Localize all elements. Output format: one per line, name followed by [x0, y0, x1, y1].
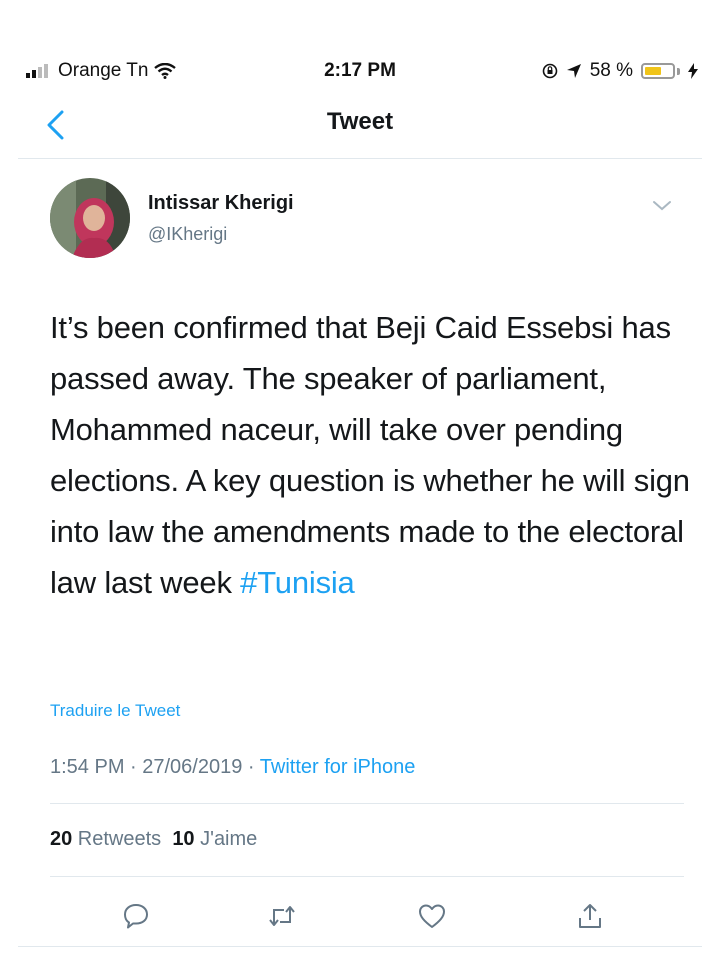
share-icon: [579, 904, 601, 928]
nav-divider: [18, 158, 702, 159]
author-name[interactable]: Intissar Kherigi: [148, 192, 294, 215]
tweet-meta: 1:54 PM · 27/06/2019 · Twitter for iPhon…: [50, 756, 415, 779]
retweet-count[interactable]: 20: [50, 828, 72, 850]
meta-divider: [50, 803, 684, 804]
reply-button[interactable]: [116, 896, 156, 936]
heart-icon: [419, 904, 445, 928]
rotation-lock-icon: [542, 63, 557, 79]
retweet-button[interactable]: [262, 896, 302, 936]
battery-icon: [641, 63, 675, 79]
retweet-icon: [269, 906, 295, 926]
charging-bolt-icon: [688, 63, 698, 79]
like-label[interactable]: J'aime: [195, 828, 257, 850]
tweet-body: It’s been confirmed that Beji Caid Esseb…: [50, 310, 690, 600]
engagement-counts: 20 Retweets 10 J'aime: [50, 828, 257, 851]
translate-link[interactable]: Traduire le Tweet: [50, 701, 180, 721]
author-handle[interactable]: @IKherigi: [148, 224, 227, 245]
battery-percent: 58 %: [589, 60, 633, 81]
avatar[interactable]: [50, 178, 130, 258]
share-button[interactable]: [570, 896, 610, 936]
battery-tip: [677, 67, 680, 75]
like-button[interactable]: [412, 896, 452, 936]
hashtag-link[interactable]: #Tunisia: [240, 565, 355, 600]
chevron-down-icon[interactable]: [650, 198, 674, 214]
battery-level-fill: [645, 67, 661, 75]
counts-divider: [50, 876, 684, 877]
tweet-text: It’s been confirmed that Beji Caid Esseb…: [50, 302, 690, 608]
tweet-timestamp: 1:54 PM · 27/06/2019 ·: [50, 756, 260, 778]
tweet-source-link[interactable]: Twitter for iPhone: [260, 756, 416, 778]
action-bar-divider: [18, 946, 702, 947]
like-count[interactable]: 10: [172, 828, 194, 850]
retweet-label[interactable]: Retweets: [72, 828, 161, 850]
reply-icon: [124, 904, 148, 929]
status-bar-right: 58 %: [542, 60, 698, 82]
page-title: Tweet: [326, 108, 394, 135]
location-arrow-icon: [566, 64, 581, 78]
